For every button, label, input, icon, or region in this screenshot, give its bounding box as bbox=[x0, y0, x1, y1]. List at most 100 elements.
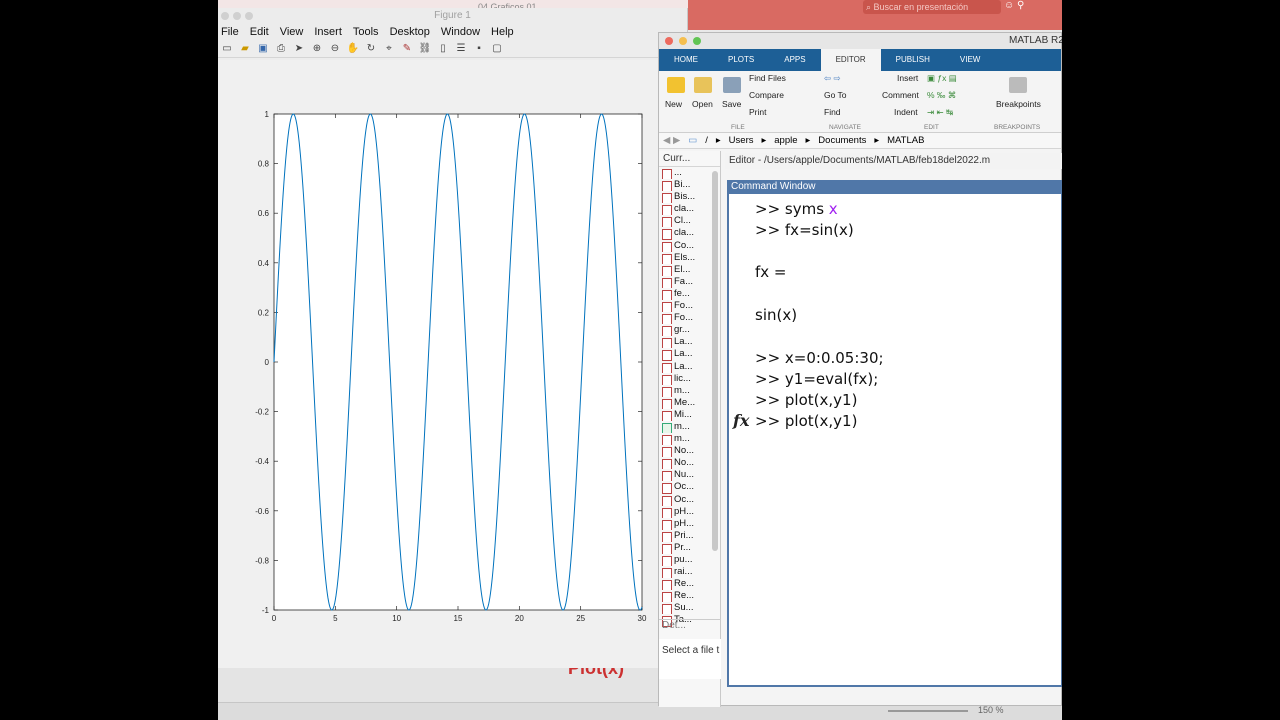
background-user-icons[interactable]: ☺ ⚲ bbox=[1004, 0, 1024, 11]
print-icon[interactable]: ⎙ bbox=[274, 42, 288, 55]
zoom-out-icon[interactable]: ⊖ bbox=[328, 42, 342, 55]
file-item[interactable]: m... bbox=[659, 385, 720, 397]
file-item[interactable]: rai... bbox=[659, 566, 720, 579]
back-forward-icon[interactable]: ◀ ▶ bbox=[663, 135, 680, 146]
file-item[interactable]: Re... bbox=[659, 590, 720, 603]
fx-insert-icon[interactable]: ▣ ƒx ▤ bbox=[927, 73, 957, 84]
function-browser-icon[interactable]: fx bbox=[733, 411, 749, 430]
command-window[interactable]: >> syms x >> fx=sin(x) fx = sin(x) >> x=… bbox=[727, 194, 1062, 687]
comment-button[interactable]: Comment bbox=[882, 90, 919, 100]
menu-edit[interactable]: Edit bbox=[247, 24, 277, 40]
link-icon[interactable]: ⛓ bbox=[418, 42, 432, 55]
legend-icon[interactable]: ☰ bbox=[454, 42, 468, 55]
brush-icon[interactable]: ✎ bbox=[400, 42, 414, 55]
file-item[interactable]: Cl... bbox=[659, 215, 720, 228]
data-cursor-icon[interactable]: ⌖ bbox=[382, 42, 396, 55]
file-item[interactable]: Oc... bbox=[659, 494, 720, 506]
file-item[interactable]: pu... bbox=[659, 554, 720, 567]
maximize-button[interactable] bbox=[245, 12, 253, 20]
menu-insert[interactable]: Insert bbox=[311, 24, 350, 40]
file-item[interactable]: Els... bbox=[659, 252, 720, 264]
file-item[interactable]: Bis... bbox=[659, 191, 720, 204]
matlab-titlebar[interactable]: MATLAB R2 bbox=[659, 33, 1062, 49]
file-item[interactable]: Nu... bbox=[659, 469, 720, 482]
menu-tools[interactable]: Tools bbox=[350, 24, 387, 40]
breakpoints-button[interactable]: Breakpoints bbox=[996, 99, 1041, 109]
find-files-button[interactable]: Find Files bbox=[749, 73, 786, 83]
save-icon[interactable]: ▣ bbox=[256, 42, 270, 55]
tab-editor[interactable]: EDITOR bbox=[820, 49, 881, 71]
minimize-button[interactable] bbox=[233, 12, 241, 20]
menu-window[interactable]: Window bbox=[438, 24, 488, 40]
file-item[interactable]: Re... bbox=[659, 578, 720, 591]
back-forward-icon[interactable]: ⇦ ⇨ bbox=[824, 73, 841, 84]
file-item[interactable]: La... bbox=[659, 348, 720, 361]
file-item[interactable]: Pri... bbox=[659, 530, 720, 542]
file-item[interactable]: cla... bbox=[659, 203, 720, 216]
file-item[interactable]: gr... bbox=[659, 324, 720, 337]
zoom-in-icon[interactable]: ⊕ bbox=[310, 42, 324, 55]
address-documents[interactable]: Documents bbox=[818, 135, 866, 146]
file-item[interactable]: cla... bbox=[659, 227, 720, 240]
indent-icons[interactable]: ⇥ ⇤ ↹ bbox=[927, 107, 953, 118]
dock-icon[interactable]: ▢ bbox=[490, 42, 504, 55]
indent-button[interactable]: Indent bbox=[894, 107, 918, 117]
folder-scrollbar[interactable] bbox=[712, 171, 718, 551]
smiley-icon[interactable]: ☺ bbox=[1004, 0, 1014, 11]
address-matlab[interactable]: MATLAB bbox=[887, 135, 924, 146]
go-to-button[interactable]: Go To bbox=[824, 90, 847, 100]
file-item[interactable]: Fo... bbox=[659, 300, 720, 313]
new-button[interactable]: New bbox=[665, 99, 682, 109]
minimize-button[interactable] bbox=[679, 37, 687, 45]
file-item[interactable]: pH... bbox=[659, 506, 720, 518]
background-search-input[interactable]: ⌕ Buscar en presentación bbox=[863, 0, 1001, 14]
file-item[interactable]: Me... bbox=[659, 397, 720, 409]
file-item[interactable]: ... bbox=[659, 167, 720, 180]
file-item[interactable]: No... bbox=[659, 457, 720, 470]
file-item[interactable]: Mi... bbox=[659, 409, 720, 421]
file-item[interactable]: Su... bbox=[659, 602, 720, 615]
file-item[interactable]: Co... bbox=[659, 240, 720, 252]
menu-view[interactable]: View bbox=[277, 24, 312, 40]
tab-home[interactable]: HOME bbox=[659, 49, 713, 71]
menu-file[interactable]: File bbox=[218, 24, 247, 40]
pointer-icon[interactable]: ➤ bbox=[292, 42, 306, 55]
figure-titlebar[interactable]: Figure 1 bbox=[218, 8, 687, 24]
zoom-slider[interactable] bbox=[888, 710, 968, 712]
details-toggle[interactable]: Det... bbox=[659, 619, 721, 635]
pan-icon[interactable]: ✋ bbox=[346, 42, 360, 55]
file-item[interactable]: No... bbox=[659, 445, 720, 458]
compare-button[interactable]: Compare bbox=[749, 90, 784, 100]
file-item[interactable]: lic... bbox=[659, 373, 720, 385]
file-item[interactable]: m... bbox=[659, 421, 720, 434]
address-apple[interactable]: apple bbox=[774, 135, 797, 146]
menu-desktop[interactable]: Desktop bbox=[387, 24, 438, 40]
file-item[interactable]: El... bbox=[659, 264, 720, 276]
file-item[interactable]: Bi... bbox=[659, 179, 720, 192]
open-icon[interactable]: ▰ bbox=[238, 42, 252, 55]
file-item[interactable]: La... bbox=[659, 361, 720, 373]
tab-plots[interactable]: PLOTS bbox=[713, 49, 769, 71]
rotate-icon[interactable]: ↻ bbox=[364, 42, 378, 55]
maximize-button[interactable] bbox=[693, 37, 701, 45]
tab-apps[interactable]: APPS bbox=[769, 49, 820, 71]
tab-publish[interactable]: PUBLISH bbox=[881, 49, 945, 71]
command-prompt[interactable]: >> plot(x,y1) bbox=[755, 412, 857, 430]
close-button[interactable] bbox=[221, 12, 229, 20]
colorbar-icon[interactable]: ▯ bbox=[436, 42, 450, 55]
print-button[interactable]: Print bbox=[749, 107, 766, 117]
menu-help[interactable]: Help bbox=[488, 24, 522, 40]
file-item[interactable]: Pr... bbox=[659, 542, 720, 554]
open-button[interactable]: Open bbox=[692, 99, 713, 109]
add-user-icon[interactable]: ⚲ bbox=[1017, 0, 1024, 11]
file-item[interactable]: fe... bbox=[659, 288, 720, 301]
find-button[interactable]: Find bbox=[824, 107, 841, 117]
close-button[interactable] bbox=[665, 37, 673, 45]
hide-tools-icon[interactable]: ▪ bbox=[472, 42, 486, 55]
insert-button[interactable]: Insert bbox=[897, 73, 918, 83]
file-item[interactable]: Fa... bbox=[659, 276, 720, 288]
current-folder-header[interactable]: Curr... bbox=[659, 151, 720, 167]
save-button[interactable]: Save bbox=[722, 99, 741, 109]
file-item[interactable]: m... bbox=[659, 433, 720, 446]
file-item[interactable]: La... bbox=[659, 336, 720, 349]
